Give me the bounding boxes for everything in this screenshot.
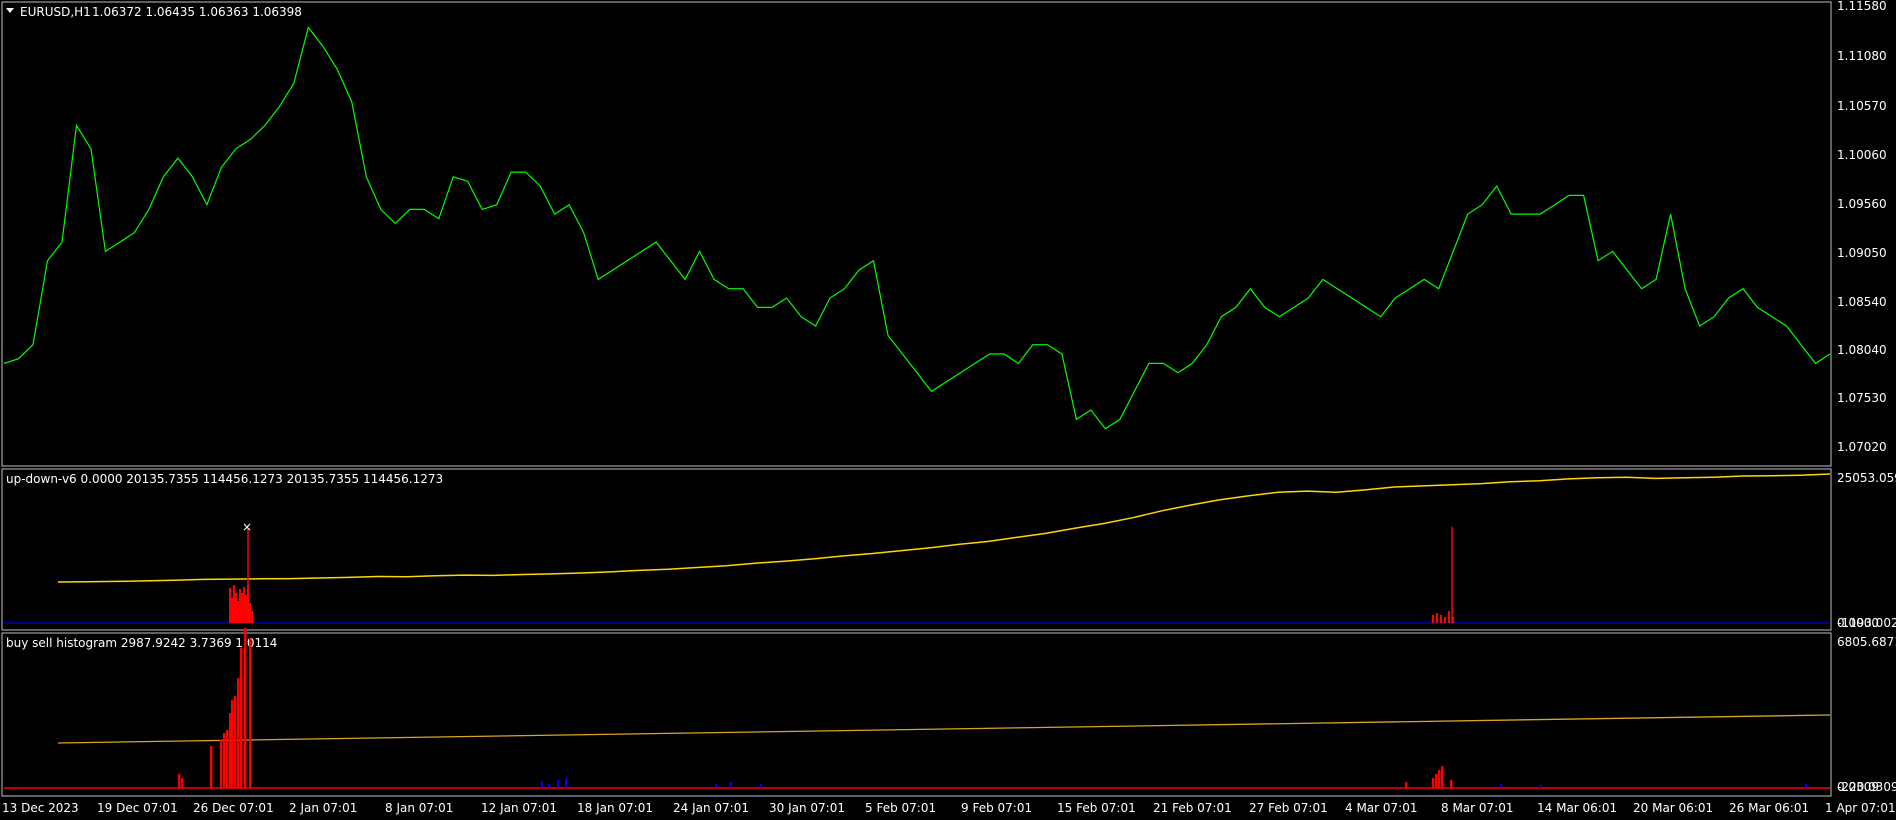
buy-bar: [1450, 780, 1453, 788]
updown-hist-bar: [1444, 617, 1446, 623]
buy-bar: [244, 628, 247, 788]
time-tick: 9 Feb 07:01: [961, 801, 1032, 815]
price-tick: 1.07530: [1837, 391, 1887, 405]
time-tick: 24 Jan 07:01: [673, 801, 749, 815]
sell-bar: [557, 780, 559, 788]
buy-bar: [249, 638, 252, 788]
updown-hist-bar: [237, 601, 239, 623]
buy-bar: [178, 774, 181, 788]
updown-hist-bar: [1448, 611, 1450, 623]
histogram-scale-min: -220.0309: [1837, 780, 1896, 794]
price-tick: 1.10570: [1837, 99, 1887, 113]
time-tick: 26 Mar 06:01: [1729, 801, 1809, 815]
price-tick: 1.08040: [1837, 343, 1887, 357]
time-tick: 2 Jan 07:01: [289, 801, 357, 815]
sell-bar: [1500, 784, 1502, 788]
price-tick: 1.11580: [1837, 0, 1887, 13]
sell-bar: [760, 784, 762, 788]
updown-line: [57, 473, 1831, 583]
updown-hist-bar: [243, 587, 245, 623]
price-line: [3, 26, 1831, 430]
buy-bar: [226, 730, 229, 788]
histogram-indicator-title: buy sell histogram 2987.9242 3.7369 1.01…: [6, 636, 277, 650]
buy-bar: [1432, 778, 1435, 788]
buy-bar: [181, 778, 184, 788]
time-tick: 12 Jan 07:01: [481, 801, 557, 815]
price-tick: 1.09050: [1837, 246, 1887, 260]
updown-hist-bar: [249, 603, 251, 623]
buy-bar: [240, 648, 243, 788]
symbol-label: EURUSD,H1: [20, 5, 91, 19]
updown-hist-bar: [245, 595, 247, 623]
time-tick: 30 Jan 07:01: [769, 801, 845, 815]
buy-bar: [1435, 774, 1438, 788]
updown-scale-max: 25053.0597: [1837, 471, 1896, 485]
histogram-panel-frame: [1, 632, 1832, 797]
price-tick: 1.10060: [1837, 148, 1887, 162]
updown-hist-bar: [241, 593, 243, 623]
updown-hist-bar: [231, 598, 233, 623]
price-tick: 1.11080: [1837, 49, 1887, 63]
time-tick: 5 Feb 07:01: [865, 801, 936, 815]
ohlc-values: 1.06372 1.06435 1.06363 1.06398: [92, 5, 302, 19]
time-tick: 21 Feb 07:01: [1153, 801, 1232, 815]
updown-hist-bar: [233, 585, 235, 623]
chart-svg: EURUSD,H1 1.06372 1.06435 1.06363 1.0639…: [1, 0, 1896, 815]
collapse-arrow-icon[interactable]: [6, 8, 14, 13]
time-tick: 14 Mar 06:01: [1537, 801, 1617, 815]
signal-cross-marker: ×: [242, 520, 252, 534]
sell-bar: [565, 778, 567, 788]
histogram-scale-max: 6805.6871: [1837, 635, 1896, 649]
price-tick: 1.08540: [1837, 295, 1887, 309]
time-tick: 15 Feb 07:01: [1057, 801, 1136, 815]
updown-scale-min: -1193.0028: [1837, 616, 1896, 630]
updown-hist-bar: [239, 589, 241, 623]
time-tick: 26 Dec 07:01: [193, 801, 274, 815]
main-chart-frame: [1, 1, 1832, 467]
sell-bar: [730, 782, 732, 788]
sell-bar: [541, 782, 543, 788]
time-tick: 8 Jan 07:01: [385, 801, 453, 815]
updown-hist-bar: [1432, 615, 1434, 623]
buy-bar: [223, 733, 226, 788]
price-tick: 1.09560: [1837, 197, 1887, 211]
updown-indicator-title: up-down-v6 0.0000 20135.7355 114456.1273…: [6, 472, 443, 486]
updown-hist-bar: [1436, 613, 1438, 623]
updown-histogram: [229, 527, 1454, 623]
time-tick: 13 Dec 2023: [2, 801, 79, 815]
sell-bar: [715, 784, 717, 788]
updown-hist-bar: [251, 611, 253, 623]
buy-bar: [220, 740, 223, 788]
buy-bar: [1438, 770, 1441, 788]
buy-bar: [1441, 766, 1444, 788]
price-tick: 1.07020: [1837, 440, 1887, 454]
buy-bar: [234, 696, 237, 788]
time-tick: 8 Mar 07:01: [1441, 801, 1514, 815]
time-tick: 20 Mar 06:01: [1633, 801, 1713, 815]
updown-hist-bar: [229, 588, 231, 623]
time-tick: 1 Apr 07:01: [1825, 801, 1896, 815]
histogram-trend-line: [57, 714, 1831, 744]
updown-hist-bar: [1440, 615, 1442, 623]
time-tick: 19 Dec 07:01: [97, 801, 178, 815]
sell-bar: [1805, 784, 1807, 788]
buysell-histogram: [178, 628, 1807, 788]
updown-hist-bar: [235, 593, 237, 623]
time-axis: 13 Dec 2023 19 Dec 07:01 26 Dec 07:01 2 …: [2, 801, 1896, 815]
buy-bar: [231, 700, 234, 788]
buy-bar: [1405, 782, 1408, 788]
time-tick: 18 Jan 07:01: [577, 801, 653, 815]
buy-bar: [210, 746, 213, 788]
time-tick: 27 Feb 07:01: [1249, 801, 1328, 815]
sell-bar: [548, 784, 550, 788]
sell-bar: [1540, 785, 1542, 788]
time-tick: 4 Mar 07:01: [1345, 801, 1418, 815]
buy-bar: [237, 678, 240, 788]
